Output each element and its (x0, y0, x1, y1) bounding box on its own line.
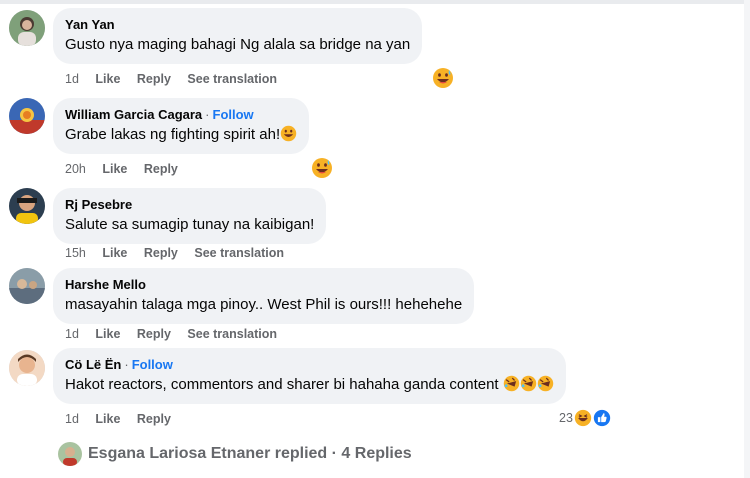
rofl-icon (503, 375, 520, 392)
author-name[interactable]: Cö Lë Ën · Follow (65, 356, 554, 373)
replies-text: Esgana Lariosa Etnaner replied · 4 Repli… (88, 445, 412, 462)
scrollbar-track[interactable] (744, 0, 750, 478)
avatar (58, 442, 82, 466)
like-icon (593, 409, 611, 427)
author-name[interactable]: William Garcia Cagara · Follow (65, 106, 297, 123)
comment-actions: 15h Like Reply See translation (65, 245, 297, 261)
reaction-count: 23 (559, 411, 573, 425)
see-translation-link[interactable]: See translation (187, 327, 277, 341)
comment-bubble: Yan Yan Gusto nya maging bahagi Ng alala… (53, 8, 423, 64)
comment-bubble: Cö Lë Ën · Follow Hakot reactors, commento… (53, 348, 566, 404)
grin-sweat-icon (280, 125, 297, 142)
avatar[interactable] (9, 10, 45, 46)
reaction-summary[interactable]: 23 (559, 407, 611, 429)
grin-sweat-icon[interactable] (311, 157, 333, 179)
comment-bubble: William Garcia Cagara · Follow Grabe lakas… (53, 98, 310, 154)
view-replies-link[interactable]: Esgana Lariosa Etnaner replied · 4 Repli… (58, 442, 412, 466)
like-button[interactable]: Like (102, 246, 127, 260)
avatar[interactable] (9, 350, 45, 386)
avatar[interactable] (9, 188, 45, 224)
rofl-icon (520, 375, 537, 392)
comment-actions: 20h Like Reply (65, 161, 191, 177)
comment-text: Gusto nya maging bahagi Ng alala sa brid… (65, 36, 411, 53)
like-button[interactable]: Like (95, 412, 120, 426)
reply-button[interactable]: Reply (144, 246, 178, 260)
avatar[interactable] (9, 268, 45, 304)
like-button[interactable]: Like (102, 162, 127, 176)
comment-bubble: Harshe Mello masayahin talaga mga pinoy.… (53, 268, 475, 324)
like-button[interactable]: Like (95, 72, 120, 86)
grin-sweat-icon[interactable] (432, 67, 454, 89)
follow-button[interactable]: Follow (213, 107, 254, 122)
comment-text: masayahin talaga mga pinoy.. West Phil i… (65, 296, 463, 313)
comment-text: Grabe lakas ng fighting spirit ah! (65, 125, 297, 145)
avatar[interactable] (9, 98, 45, 134)
follow-button[interactable]: Follow (132, 357, 173, 372)
like-button[interactable]: Like (95, 327, 120, 341)
comment-actions: 1d Like Reply (65, 411, 184, 427)
author-name[interactable]: Rj Pesebre (65, 196, 314, 213)
comment-actions: 1d Like Reply See translation (65, 71, 290, 87)
reply-button[interactable]: Reply (137, 412, 171, 426)
timestamp[interactable]: 1d (65, 412, 79, 426)
see-translation-link[interactable]: See translation (187, 72, 277, 86)
reply-button[interactable]: Reply (137, 327, 171, 341)
author-name[interactable]: Yan Yan (65, 16, 410, 33)
author-name[interactable]: Harshe Mello (65, 276, 462, 293)
timestamp[interactable]: 1d (65, 72, 79, 86)
timestamp[interactable]: 15h (65, 246, 86, 260)
see-translation-link[interactable]: See translation (194, 246, 284, 260)
top-strip (0, 0, 750, 4)
timestamp[interactable]: 1d (65, 327, 79, 341)
haha-icon (574, 409, 592, 427)
comment-text: Salute sa sumagip tunay na kaibigan! (65, 216, 315, 233)
rofl-icon (537, 375, 554, 392)
timestamp[interactable]: 20h (65, 162, 86, 176)
comment-actions: 1d Like Reply See translation (65, 326, 290, 342)
comment-text: Hakot reactors, commentors and sharer bi… (65, 375, 554, 395)
reply-button[interactable]: Reply (144, 162, 178, 176)
reply-button[interactable]: Reply (137, 72, 171, 86)
comment-bubble: Rj Pesebre Salute sa sumagip tunay na ka… (53, 188, 327, 244)
